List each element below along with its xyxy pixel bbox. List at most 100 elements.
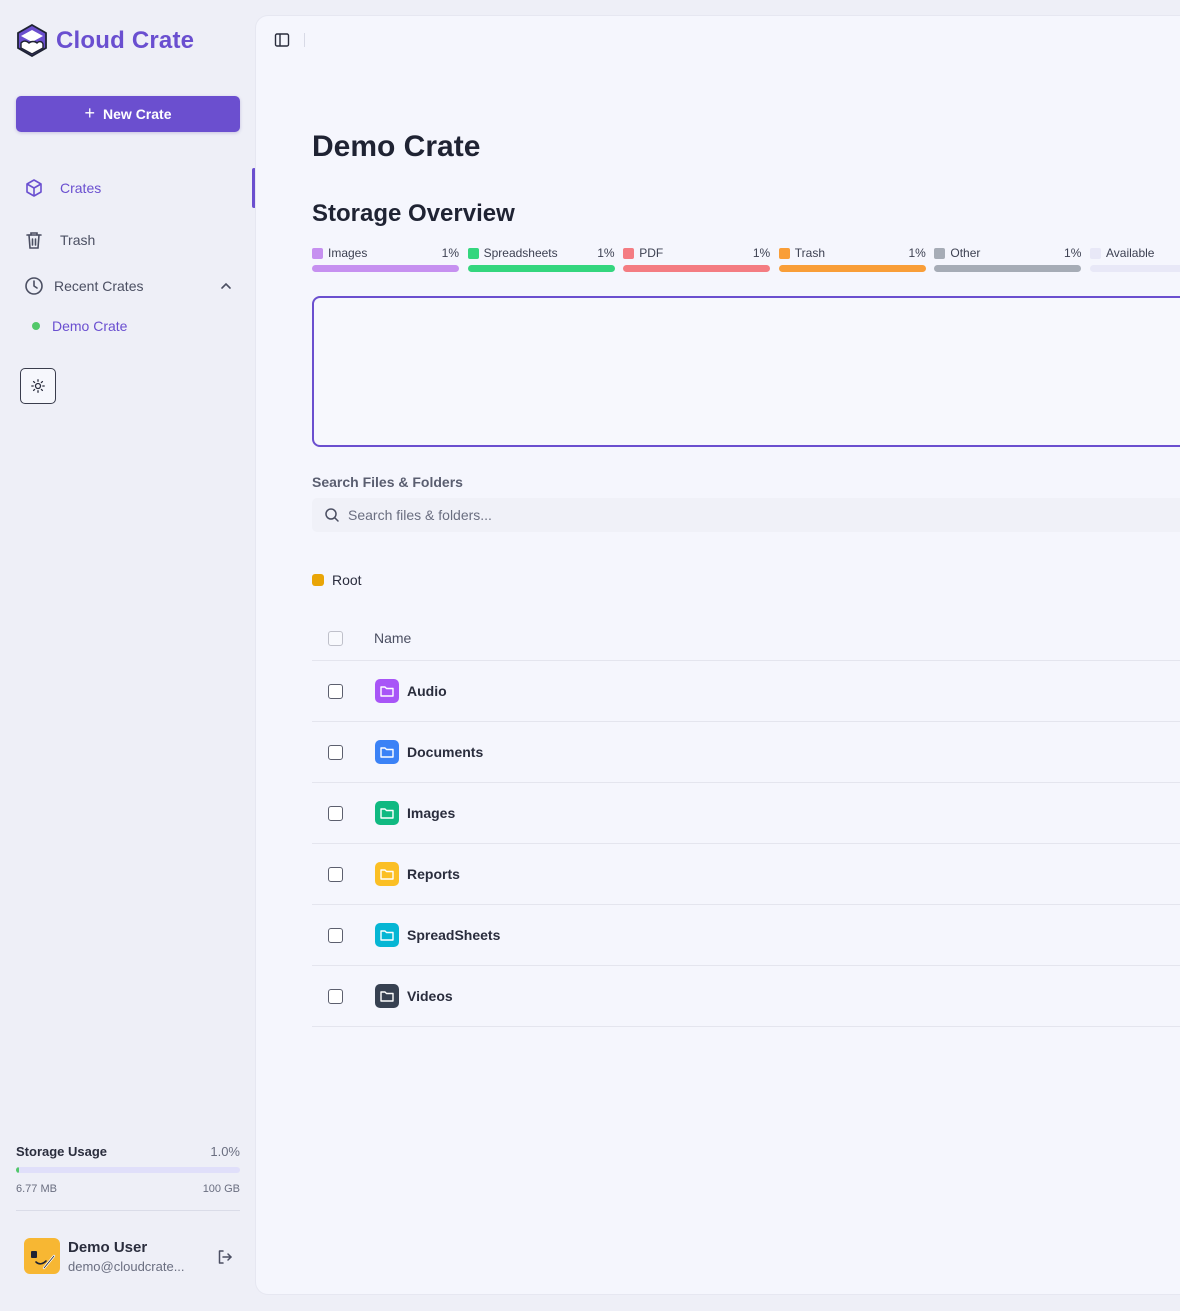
folder-name: SpreadSheets bbox=[407, 927, 501, 943]
legend-label: Trash bbox=[794, 246, 826, 260]
legend-item-spreadsheets: Spreadsheets 1% bbox=[467, 246, 615, 272]
sidebar: Cloud Crate + New Crate Crates Trash Rec… bbox=[0, 0, 256, 1311]
legend-swatch bbox=[778, 247, 790, 259]
table-row[interactable]: Videos bbox=[312, 966, 1180, 1027]
chevron-up-icon bbox=[221, 282, 231, 289]
logout-icon[interactable] bbox=[216, 1248, 234, 1266]
folder-icon bbox=[375, 801, 399, 825]
storage-percent: 1.0% bbox=[210, 1144, 240, 1159]
legend-swatch bbox=[1090, 247, 1101, 259]
folder-icon bbox=[375, 679, 399, 703]
page-title: Demo Crate bbox=[312, 130, 481, 163]
legend-bar bbox=[623, 265, 771, 272]
recent-crate-item[interactable]: Demo Crate bbox=[32, 318, 127, 334]
legend-percent: 1% bbox=[597, 246, 615, 260]
legend-label: PDF bbox=[639, 246, 664, 260]
brand-name: Cloud Crate bbox=[56, 26, 195, 54]
breadcrumb[interactable]: Root bbox=[312, 572, 362, 588]
legend-label: Other bbox=[950, 246, 981, 260]
storage-overview-title: Storage Overview bbox=[312, 200, 515, 227]
legend-item-images: Images 1% bbox=[312, 246, 459, 272]
recent-crate-label: Demo Crate bbox=[52, 318, 128, 334]
trash-icon bbox=[26, 232, 42, 249]
search-label: Search Files & Folders bbox=[312, 474, 463, 490]
row-checkbox[interactable] bbox=[328, 683, 343, 699]
select-all-checkbox[interactable] bbox=[328, 630, 343, 646]
folder-name: Videos bbox=[407, 988, 453, 1004]
row-checkbox[interactable] bbox=[328, 927, 343, 943]
legend-percent: 1% bbox=[752, 246, 771, 260]
storage-title: Storage Usage bbox=[16, 1144, 108, 1159]
storage-progress-fill bbox=[16, 1167, 19, 1173]
user-email: demo@cloudcrate... bbox=[68, 1258, 185, 1274]
search-input[interactable] bbox=[348, 507, 948, 523]
legend-bar bbox=[312, 265, 459, 272]
user-name: Demo User bbox=[68, 1238, 148, 1256]
sidebar-item-label: Trash bbox=[60, 232, 96, 248]
legend-swatch bbox=[623, 247, 635, 259]
breadcrumb-root: Root bbox=[332, 572, 362, 588]
row-checkbox[interactable] bbox=[328, 988, 343, 1004]
legend-bar bbox=[1090, 265, 1180, 272]
legend-label: Available bbox=[1106, 246, 1155, 260]
new-crate-label: New Crate bbox=[103, 106, 172, 122]
legend-label: Images bbox=[328, 246, 368, 260]
storage-progress-bar bbox=[16, 1167, 240, 1173]
storage-used: 6.77 MB bbox=[16, 1183, 57, 1195]
recent-crates-toggle[interactable]: Recent Crates bbox=[24, 276, 232, 296]
new-crate-button[interactable]: + New Crate bbox=[16, 96, 240, 132]
toolbar-separator bbox=[304, 33, 305, 47]
storage-usage: Storage Usage 1.0% 6.77 MB 100 GB bbox=[16, 1144, 240, 1195]
sidebar-item-label: Crates bbox=[60, 180, 102, 196]
folder-name: Documents bbox=[407, 744, 484, 760]
brand[interactable]: Cloud Crate bbox=[16, 24, 194, 57]
table-body: Audio Documents Images Reports SpreadSheets V… bbox=[312, 661, 1180, 1027]
row-checkbox[interactable] bbox=[328, 805, 343, 821]
table-row[interactable]: Audio bbox=[312, 661, 1180, 722]
plus-icon: + bbox=[84, 103, 96, 123]
box-icon bbox=[26, 179, 42, 197]
legend-item-pdf: PDF 1% bbox=[623, 246, 771, 272]
legend-bar bbox=[778, 265, 926, 272]
row-checkbox[interactable] bbox=[328, 866, 343, 882]
divider bbox=[16, 1210, 240, 1211]
table-row[interactable]: Documents bbox=[312, 722, 1180, 783]
folder-icon bbox=[375, 923, 399, 947]
theme-toggle-button[interactable] bbox=[20, 368, 56, 404]
search-field[interactable] bbox=[312, 498, 1180, 532]
recent-crates-label: Recent Crates bbox=[54, 278, 144, 294]
row-checkbox[interactable] bbox=[328, 744, 343, 760]
legend-swatch bbox=[467, 247, 479, 259]
table-row[interactable]: Images bbox=[312, 783, 1180, 844]
table-header: Name bbox=[312, 616, 1180, 661]
legend-swatch bbox=[312, 247, 323, 259]
avatar-illustration-icon bbox=[31, 1251, 56, 1270]
legend-percent: 1% bbox=[441, 246, 459, 260]
folder-icon bbox=[375, 984, 399, 1008]
legend-item-available: Available bbox=[1090, 246, 1180, 272]
avatar bbox=[24, 1238, 60, 1274]
search-icon bbox=[325, 508, 339, 522]
legend-bar bbox=[467, 265, 615, 272]
file-table: Name Audio Documents Images Reports SpreadSh… bbox=[312, 616, 1180, 1027]
user-profile[interactable]: Demo User demo@cloudcrate... bbox=[24, 1238, 240, 1274]
folder-name: Images bbox=[407, 805, 456, 821]
column-header-name[interactable]: Name bbox=[374, 630, 411, 646]
sun-icon bbox=[31, 379, 45, 393]
table-row[interactable]: Reports bbox=[312, 844, 1180, 905]
sidebar-item-trash[interactable]: Trash bbox=[24, 230, 95, 250]
storage-chart bbox=[312, 296, 1180, 447]
sidebar-item-crates[interactable]: Crates bbox=[24, 178, 101, 198]
legend-label: Spreadsheets bbox=[483, 246, 558, 260]
legend-bar bbox=[934, 265, 1082, 272]
table-row[interactable]: SpreadSheets bbox=[312, 905, 1180, 966]
folder-icon bbox=[375, 740, 399, 764]
legend-item-trash: Trash 1% bbox=[778, 246, 926, 272]
legend-percent: 1% bbox=[908, 246, 926, 260]
root-icon bbox=[312, 574, 324, 586]
sidebar-toggle-icon[interactable] bbox=[274, 32, 290, 48]
folder-name: Reports bbox=[407, 866, 460, 882]
folder-icon bbox=[375, 862, 399, 886]
legend-percent: 1% bbox=[1064, 246, 1082, 260]
cloud-crate-logo-icon bbox=[17, 24, 47, 57]
